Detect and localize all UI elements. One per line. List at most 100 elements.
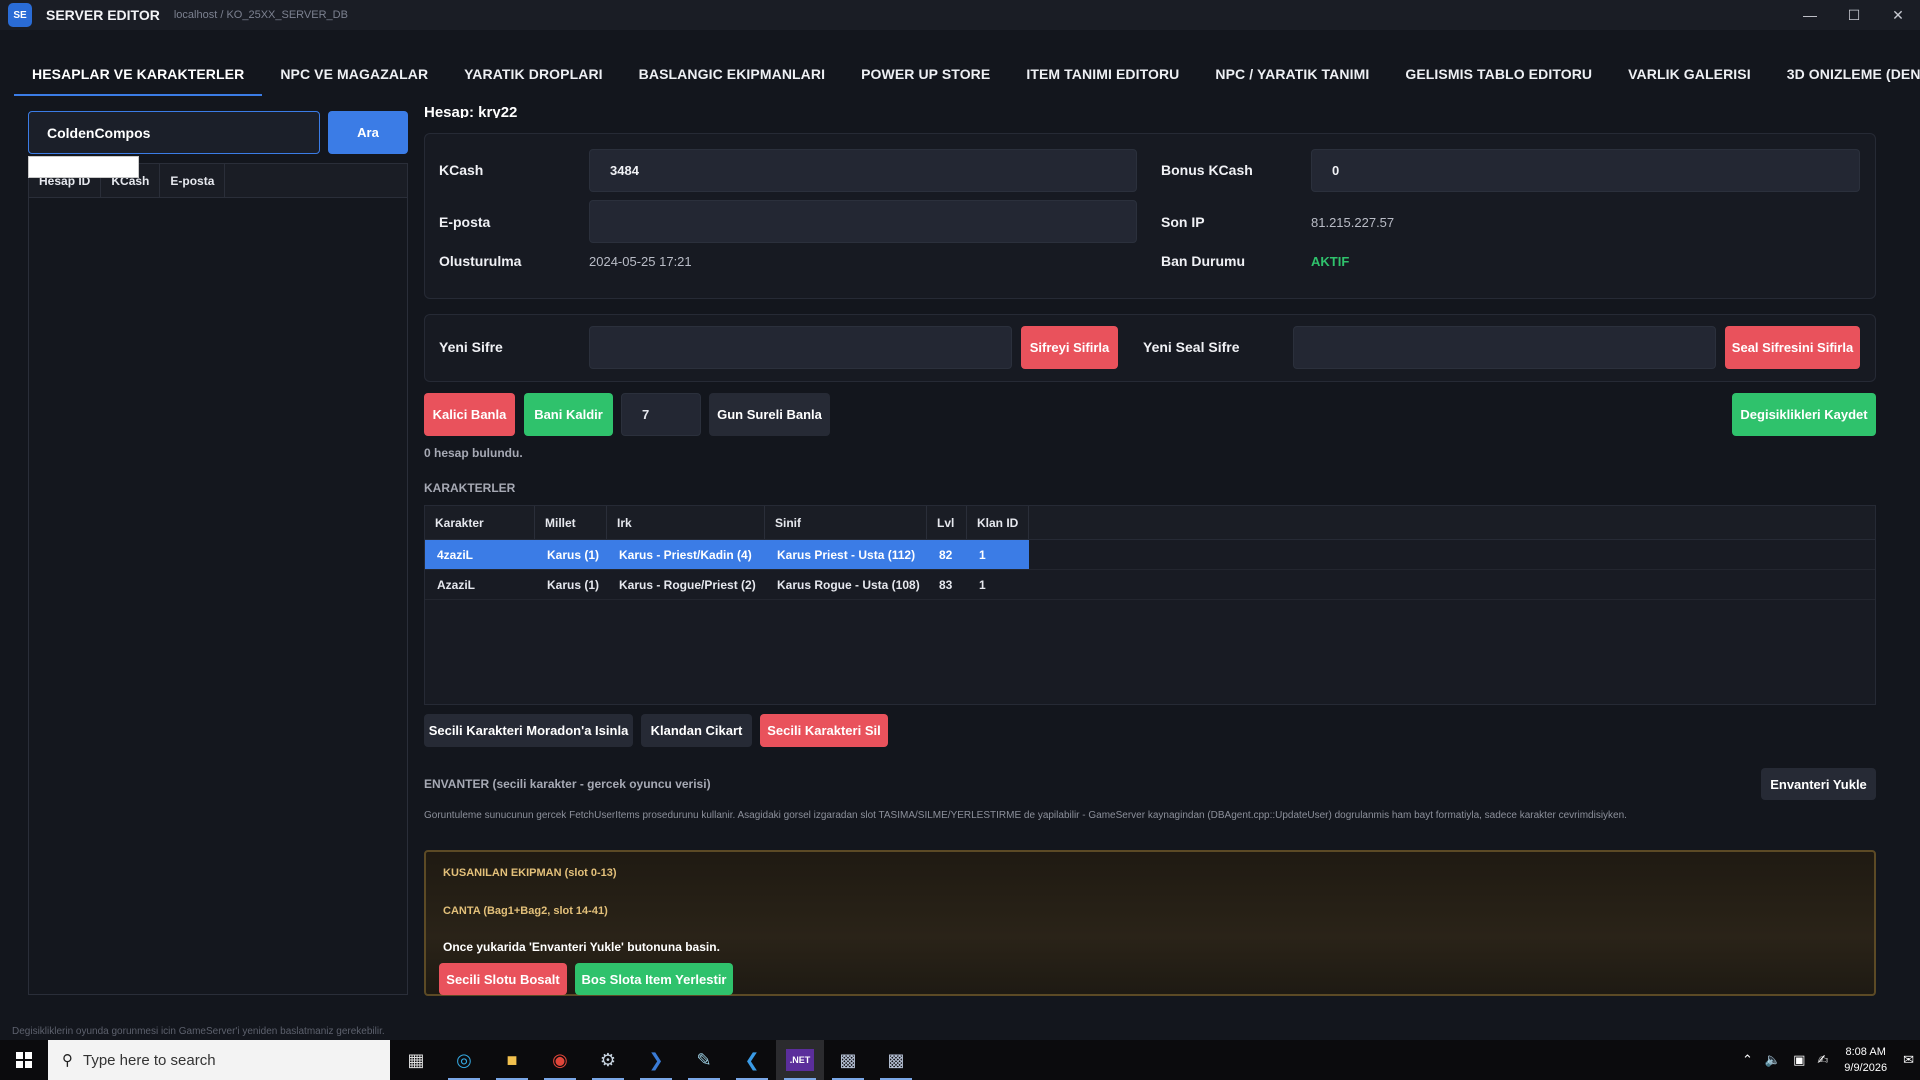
characters-table[interactable]: Karakter Millet Irk Sinif Lvl Klan ID 4z…	[424, 505, 1876, 705]
tab-advanced-table[interactable]: GELISMIS TABLO EDITORU	[1387, 56, 1610, 96]
kick-from-clan-button[interactable]: Klandan Cikart	[641, 714, 752, 747]
connection-path: localhost / KO_25XX_SERVER_DB	[173, 9, 348, 21]
account-title: Hesap: kry22	[424, 104, 518, 118]
column-header-email[interactable]: E-posta	[160, 164, 226, 197]
teleport-moradon-button[interactable]: Secili Karakteri Moradon'a Isinla	[424, 714, 633, 747]
email-field[interactable]	[589, 200, 1137, 243]
created-value: 2024-05-25 17:21	[589, 254, 692, 269]
last-ip-label: Son IP	[1161, 214, 1205, 230]
start-button[interactable]	[0, 1040, 48, 1080]
new-password-field[interactable]	[589, 326, 1012, 369]
app-title: SERVER EDITOR	[46, 7, 160, 23]
taskbar-search-placeholder: Type here to search	[83, 1051, 216, 1069]
vscode-icon[interactable]: ❮	[728, 1040, 776, 1080]
taskbar: ⚲ Type here to search ▦ ◎ ■ ◉ ⚙ ❯ ✎ ❮ .N…	[0, 1040, 1920, 1080]
ban-days-field[interactable]: 7	[621, 393, 701, 436]
ban-status-value: AKTIF	[1311, 254, 1350, 269]
place-item-button[interactable]: Bos Slota Item Yerlestir	[575, 963, 733, 995]
clock-time: 8:08 AM	[1845, 1046, 1886, 1058]
tab-power-up-store[interactable]: POWER UP STORE	[843, 56, 1008, 96]
cell-level: 82	[927, 540, 967, 569]
chevron-up-icon[interactable]: ⌃	[1742, 1052, 1753, 1068]
cell-nation: Karus (1)	[547, 578, 600, 592]
notification-icon[interactable]: ✉	[1903, 1052, 1914, 1068]
table-row[interactable]: 4zaziL Karus (1) Karus - Priest/Kadin (4…	[425, 540, 1875, 570]
bonus-kcash-field[interactable]: 0	[1311, 149, 1860, 192]
reset-password-button[interactable]: Sifreyi Sifirla	[1021, 326, 1118, 369]
tab-npc-shops[interactable]: NPC VE MAGAZALAR	[262, 56, 446, 96]
app-icon[interactable]: ⚙	[584, 1040, 632, 1080]
autocomplete-popup	[28, 156, 139, 178]
accounts-found-text: 0 hesap bulundu.	[424, 446, 523, 460]
app-logo-icon: SE	[8, 3, 32, 27]
main-tabs: HESAPLAR VE KARAKTERLER NPC VE MAGAZALAR…	[14, 56, 1920, 96]
notepad-icon[interactable]: ✎	[680, 1040, 728, 1080]
maximize-icon[interactable]: ☐	[1832, 0, 1876, 30]
cell-character: 4zaziL	[425, 540, 535, 569]
accounts-grid[interactable]: Hesap ID KCash E-posta	[28, 163, 408, 995]
installer2-icon[interactable]: ▩	[872, 1040, 920, 1080]
inventory-heading: ENVANTER (secili karakter - gercek oyunc…	[424, 777, 711, 791]
tab-item-editor[interactable]: ITEM TANIMI EDITORU	[1008, 56, 1197, 96]
cell-nation: Karus (1)	[535, 540, 607, 569]
taskbar-search[interactable]: ⚲ Type here to search	[48, 1040, 390, 1080]
file-explorer-icon[interactable]: ■	[488, 1040, 536, 1080]
tab-monster-drops[interactable]: YARATIK DROPLARI	[446, 56, 621, 96]
dotnet-label: .NET	[785, 1049, 815, 1071]
dotnet-icon[interactable]: .NET	[776, 1040, 824, 1080]
cell-class: Karus Rogue - Usta (108)	[777, 578, 920, 592]
column-header-clan-id[interactable]: Klan ID	[967, 506, 1029, 539]
reset-seal-password-button[interactable]: Seal Sifresini Sifirla	[1725, 326, 1860, 369]
system-tray: ⌃ 🔈 ▣ ✍ 8:08 AM 9/9/2026 ✉	[1736, 1040, 1920, 1080]
ban-status-label: Ban Durumu	[1161, 253, 1245, 269]
search-icon: ⚲	[62, 1052, 73, 1069]
search-button[interactable]: Ara	[328, 111, 408, 154]
installer-icon[interactable]: ▩	[824, 1040, 872, 1080]
new-seal-password-field[interactable]	[1293, 326, 1716, 369]
kcash-label: KCash	[439, 162, 484, 178]
taskbar-clock[interactable]: 8:08 AM 9/9/2026	[1844, 1044, 1887, 1076]
tab-accounts[interactable]: HESAPLAR VE KARAKTERLER	[14, 56, 263, 96]
characters-heading: KARAKTERLER	[424, 481, 516, 495]
column-header-nation[interactable]: Millet	[535, 506, 607, 539]
windows-logo-icon	[16, 1052, 32, 1068]
account-search-input[interactable]	[28, 111, 320, 154]
inventory-description: Goruntuleme sunucunun gercek FetchUserIt…	[424, 810, 1627, 821]
task-view-icon[interactable]: ▦	[392, 1040, 440, 1080]
cell-clan-id: 1	[979, 578, 986, 592]
clear-slot-button[interactable]: Secili Slotu Bosalt	[439, 963, 567, 995]
tab-3d-preview[interactable]: 3D ONIZLEME (DENEYSEL)	[1769, 56, 1920, 96]
tab-npc-monster-def[interactable]: NPC / YARATIK TANIMI	[1197, 56, 1387, 96]
column-header-class[interactable]: Sinif	[765, 506, 927, 539]
volume-muted-icon[interactable]: 🔈	[1765, 1052, 1781, 1068]
tab-starting-equipment[interactable]: BASLANGIC EKIPMANLARI	[621, 56, 843, 96]
timed-ban-button[interactable]: Gun Sureli Banla	[709, 393, 830, 436]
tab-asset-gallery[interactable]: VARLIK GALERISI	[1610, 56, 1769, 96]
close-icon[interactable]: ✕	[1876, 0, 1920, 30]
email-label: E-posta	[439, 214, 491, 230]
pen-icon[interactable]: ✍	[1817, 1052, 1828, 1068]
status-bar: Degisikliklerin oyunda gorunmesi icin Ga…	[0, 1024, 1920, 1040]
permanent-ban-button[interactable]: Kalici Banla	[424, 393, 515, 436]
new-password-label: Yeni Sifre	[439, 339, 503, 355]
cell-race: Karus - Rogue/Priest (2)	[619, 578, 756, 592]
kcash-field[interactable]: 3484	[589, 149, 1137, 192]
minimize-icon[interactable]: —	[1788, 0, 1832, 30]
load-inventory-button[interactable]: Envanteri Yukle	[1761, 768, 1876, 800]
edge-icon[interactable]: ◎	[440, 1040, 488, 1080]
powershell-icon[interactable]: ❯	[632, 1040, 680, 1080]
table-row[interactable]: AzaziL Karus (1) Karus - Rogue/Priest (2…	[425, 570, 1875, 600]
inventory-hint: Once yukarida 'Envanteri Yukle' butonuna…	[443, 940, 720, 954]
column-header-race[interactable]: Irk	[607, 506, 765, 539]
remove-ban-button[interactable]: Bani Kaldir	[524, 393, 613, 436]
bonus-kcash-label: Bonus KCash	[1161, 162, 1253, 178]
chrome-icon[interactable]: ◉	[536, 1040, 584, 1080]
delete-character-button[interactable]: Secili Karakteri Sil	[760, 714, 888, 747]
title-bar: SE SERVER EDITOR localhost / KO_25XX_SER…	[0, 0, 1920, 30]
column-header-character[interactable]: Karakter	[425, 506, 535, 539]
cell-clan-id: 1	[967, 540, 1029, 569]
save-changes-button[interactable]: Degisiklikleri Kaydet	[1732, 393, 1876, 436]
column-header-level[interactable]: Lvl	[927, 506, 967, 539]
network-icon[interactable]: ▣	[1793, 1052, 1805, 1068]
new-seal-password-label: Yeni Seal Sifre	[1143, 339, 1240, 355]
